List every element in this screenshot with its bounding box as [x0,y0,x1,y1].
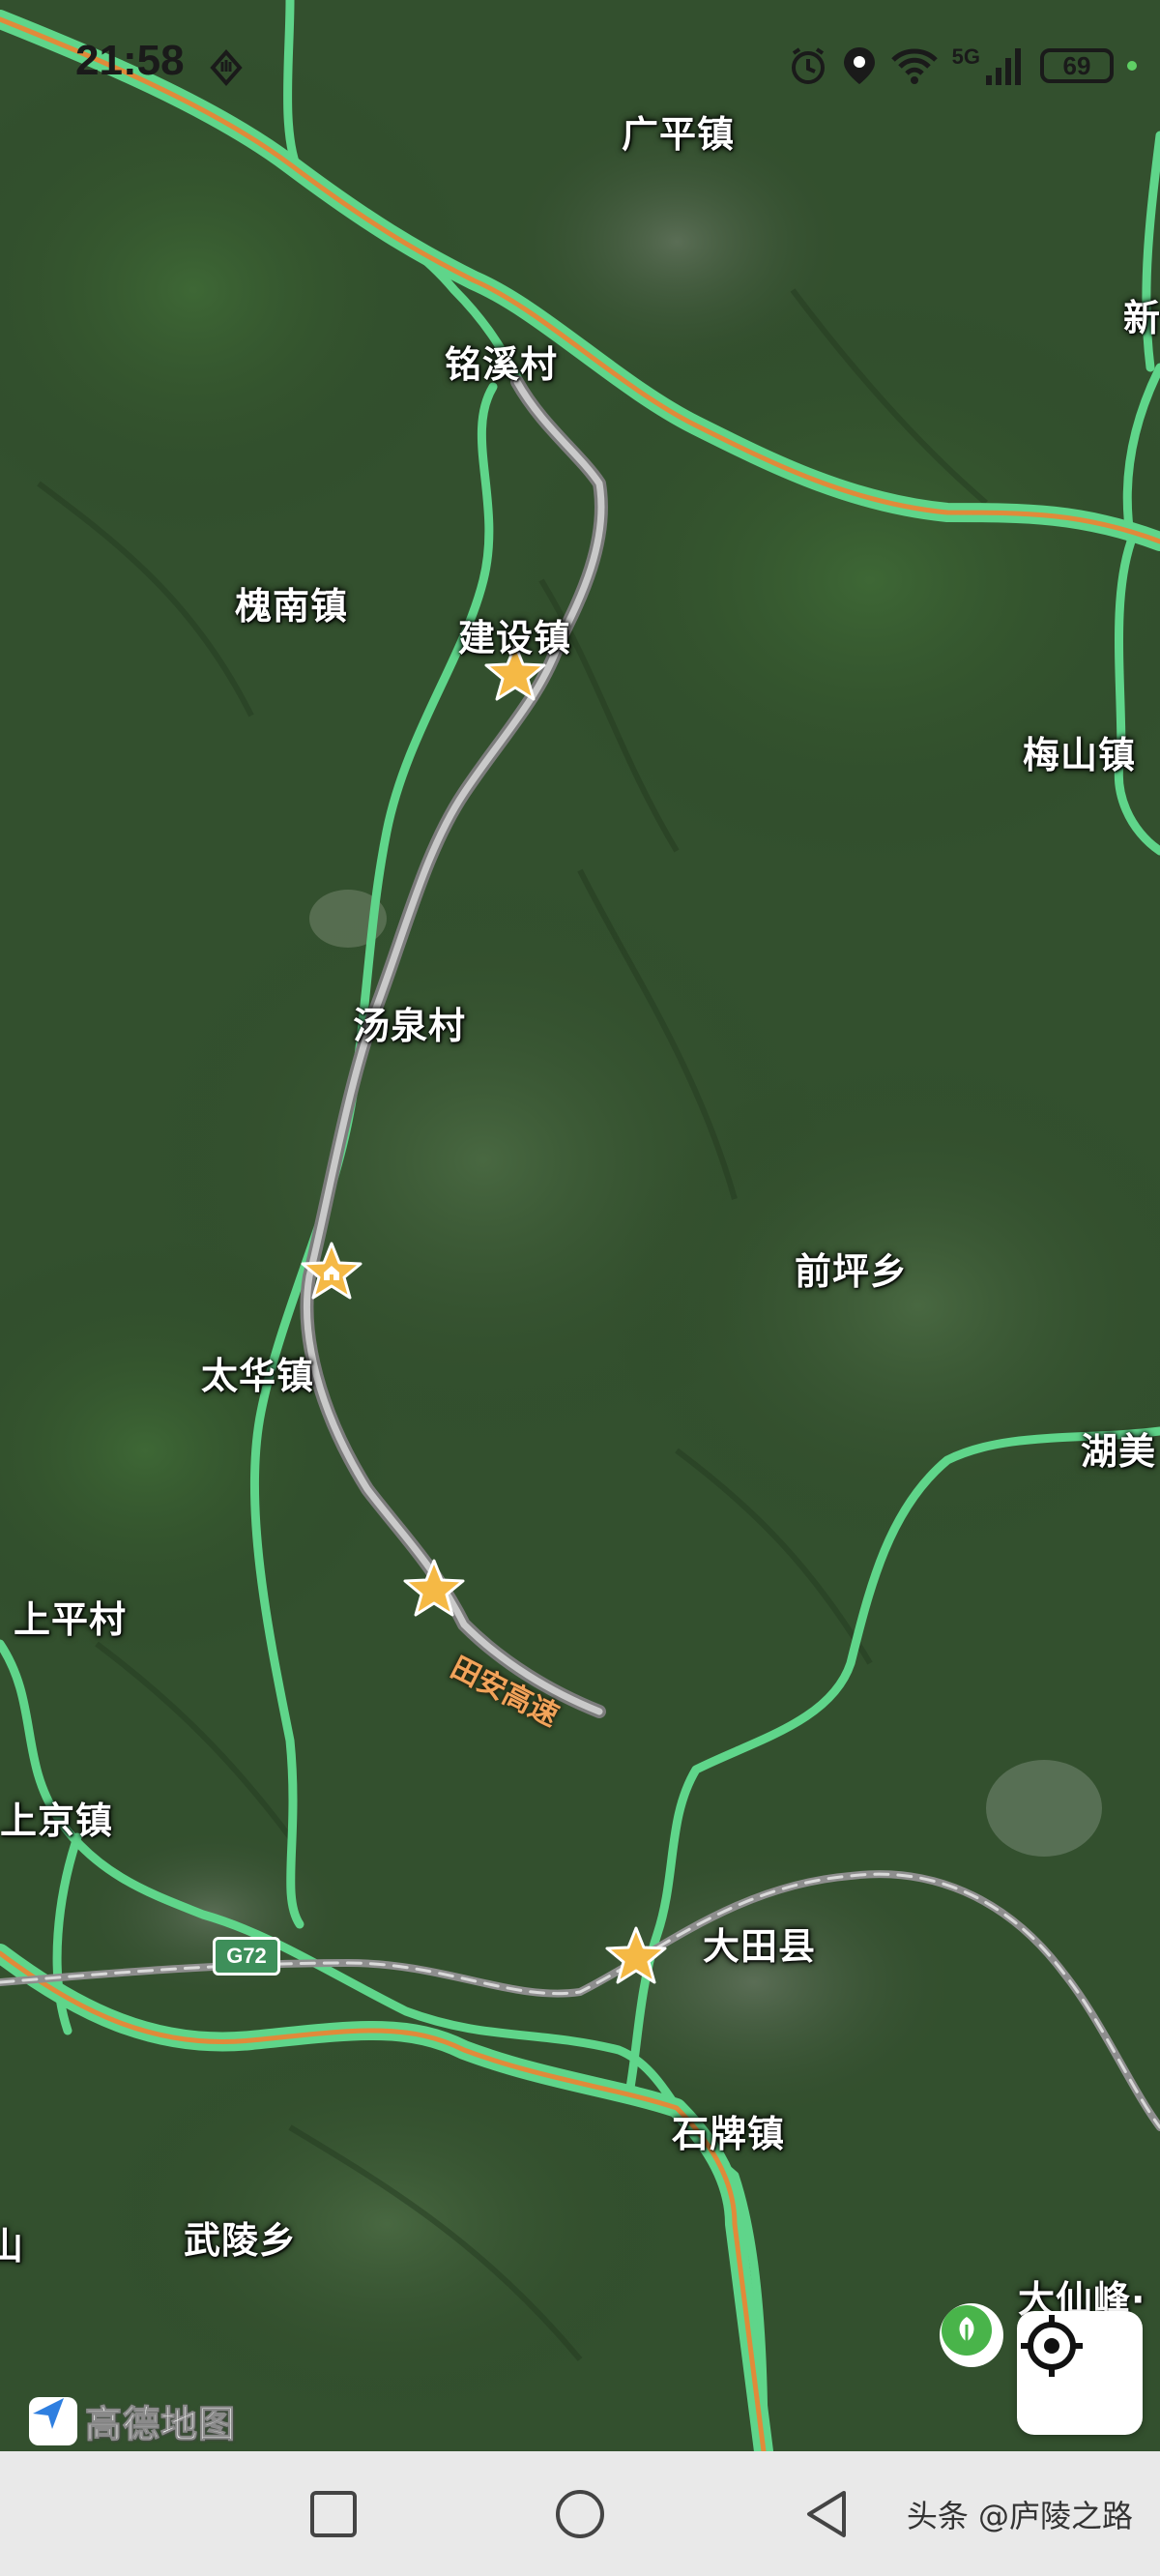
status-time: 21:58 [75,37,185,84]
location-icon [843,47,875,84]
triangle-back-icon [807,2491,846,2537]
map-canvas [0,0,1160,2451]
eco-layer-button[interactable] [940,2303,1003,2367]
star-marker-taihua-home[interactable] [301,1240,362,1302]
leaf-icon [942,2305,992,2356]
place-label-tangquan[interactable]: 汤泉村 [353,996,466,1049]
place-label-humei[interactable]: 湖美 [1081,1421,1156,1475]
hand-icon [210,48,243,87]
square-icon [310,2491,357,2537]
place-label-huainan[interactable]: 槐南镇 [235,576,348,629]
place-label-xin[interactable]: 新 [1123,288,1160,341]
wifi-icon [890,48,938,84]
status-bar: 21:58 5G 69 [0,0,1160,87]
circle-icon [556,2490,604,2538]
place-label-qianping[interactable]: 前坪乡 [795,1242,908,1295]
locate-me-button[interactable] [1017,2311,1143,2435]
battery-indicator: 69 [1040,48,1114,83]
place-label-wuling[interactable]: 武陵乡 [184,2210,297,2264]
place-label-shangping[interactable]: 上平村 [14,1590,127,1643]
back-button[interactable] [793,2480,860,2548]
navigation-bar: 头条 @庐陵之路 [0,2451,1160,2576]
home-button[interactable] [546,2480,614,2548]
place-label-datian[interactable]: 大田县 [703,1917,816,1970]
satellite-map[interactable]: 广平镇 新 铭溪村 槐南镇 建设镇 梅山镇 汤泉村 前坪乡 太华镇 湖美 上平村… [0,0,1160,2451]
place-label-taihua[interactable]: 太华镇 [201,1346,314,1399]
place-label-meishan[interactable]: 梅山镇 [1023,725,1136,778]
crosshair-icon [1021,2315,1083,2377]
green-dot [1127,61,1137,71]
star-marker-south[interactable] [403,1557,465,1619]
place-label-shangjing[interactable]: 上京镇 [0,1791,113,1844]
signal-icon [986,48,1021,85]
highway-shield-g72[interactable]: G72 [213,1937,280,1976]
place-label-mingxi[interactable]: 铭溪村 [445,335,558,388]
network-type: 5G [951,44,980,69]
place-label-shipai[interactable]: 石牌镇 [672,2104,785,2157]
amap-logo: 高德地图 [29,2394,236,2447]
watermark-text: 头条 @庐陵之路 [906,2498,1133,2534]
alarm-icon [791,47,825,84]
amap-logo-icon [29,2396,77,2445]
star-marker-datian[interactable] [605,1924,667,1986]
amap-logo-text: 高德地图 [84,2403,237,2446]
status-icons: 5G 69 [788,43,1137,89]
place-label-jianshe[interactable]: 建设镇 [458,608,571,661]
place-label-shan[interactable]: 山 [0,2216,24,2269]
place-label-guangping[interactable]: 广平镇 [622,104,735,158]
recent-apps-button[interactable] [300,2480,367,2548]
